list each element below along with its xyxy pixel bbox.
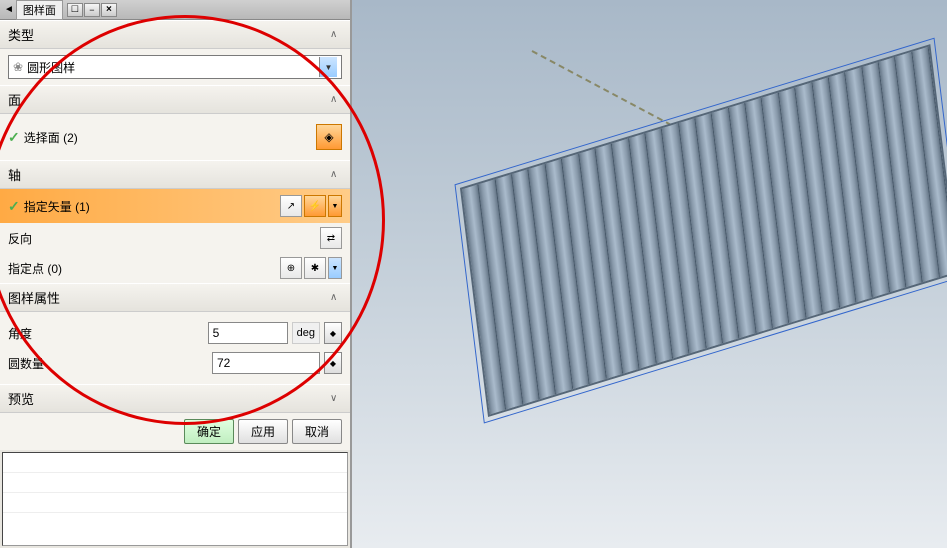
section-preview-header[interactable]: 预览 ∨: [0, 384, 350, 413]
list-row[interactable]: [3, 453, 347, 473]
lightning-icon: ⚡: [309, 201, 321, 212]
section-type-header[interactable]: 类型 ∧: [0, 20, 350, 49]
point-tool-2[interactable]: ✱: [304, 257, 326, 279]
cube-icon: ◈: [324, 130, 333, 144]
apply-button[interactable]: 应用: [238, 419, 288, 444]
chevron-up-icon: ∧: [330, 292, 342, 304]
nav-back-icon[interactable]: ◄: [4, 4, 14, 15]
section-axis-content: ✓ 指定矢量 (1) ↗ ⚡ ▼ 反向 ⇄ 指定点 (0) ⊕ ✱ ▼: [0, 189, 350, 283]
ok-button[interactable]: 确定: [184, 419, 234, 444]
point-tool-1[interactable]: ⊕: [280, 257, 302, 279]
section-preview-label: 预览: [8, 389, 34, 408]
count-input[interactable]: [212, 352, 320, 374]
vector-tool-2[interactable]: ⚡: [304, 195, 326, 217]
dropdown-text: 圆形图样: [27, 59, 319, 76]
section-pattern-props-header[interactable]: 图样属性 ∧: [0, 283, 350, 312]
vector-dropdown[interactable]: ▼: [328, 195, 342, 217]
vector-tool-1[interactable]: ↗: [280, 195, 302, 217]
panel-titlebar: ◄ 图样面 ☐ − ×: [0, 0, 350, 20]
pattern-type-dropdown[interactable]: ❀ 圆形图样 ▼: [8, 55, 342, 79]
spin-icon: ◆: [330, 359, 336, 368]
dropdown-arrow-icon: ▼: [332, 265, 339, 272]
count-label: 圆数量: [8, 355, 208, 372]
angle-label: 角度: [8, 325, 204, 342]
axis-icon: ↗: [287, 201, 295, 212]
gear-body: [460, 44, 947, 417]
chevron-down-icon: ∨: [330, 393, 342, 405]
cancel-button[interactable]: 取消: [292, 419, 342, 444]
section-axis-label: 轴: [8, 165, 21, 184]
reverse-label[interactable]: 反向: [8, 230, 316, 247]
windows-button[interactable]: ☐: [67, 3, 83, 17]
section-face-header[interactable]: 面 ∧: [0, 85, 350, 114]
checkmark-icon: ✓: [8, 198, 20, 215]
count-spin[interactable]: ◆: [324, 352, 342, 374]
spark-icon: ✱: [311, 263, 319, 274]
swap-icon: ⇄: [327, 233, 335, 244]
list-area: [2, 452, 348, 546]
section-face-content: ✓ 选择面 (2) ◈: [0, 114, 350, 160]
flower-icon: ❀: [13, 60, 23, 74]
section-type-content: ❀ 圆形图样 ▼: [0, 49, 350, 85]
minimize-button[interactable]: −: [84, 3, 100, 17]
section-pattern-props-content: 角度 deg ◆ 圆数量 ◆: [0, 312, 350, 384]
list-row[interactable]: [3, 493, 347, 513]
chevron-up-icon: ∧: [330, 94, 342, 106]
properties-panel: ◄ 图样面 ☐ − × 类型 ∧ ❀ 圆形图样 ▼ 面 ∧: [0, 0, 352, 548]
gear-teeth: [462, 47, 947, 415]
spin-icon: ◆: [330, 329, 336, 338]
section-face-label: 面: [8, 90, 21, 109]
dropdown-arrow-icon: ▼: [319, 57, 337, 77]
tab-label: 图样面: [23, 2, 56, 18]
3d-viewport[interactable]: [352, 0, 947, 548]
close-button[interactable]: ×: [101, 3, 117, 17]
select-face-label[interactable]: 选择面 (2): [24, 129, 312, 146]
reverse-button[interactable]: ⇄: [320, 227, 342, 249]
chevron-up-icon: ∧: [330, 29, 342, 41]
gear-model: [398, 30, 947, 510]
list-row[interactable]: [3, 473, 347, 493]
checkmark-icon: ✓: [8, 129, 20, 146]
titlebar-tab[interactable]: 图样面: [16, 0, 63, 20]
specify-vector-label[interactable]: 指定矢量 (1): [24, 198, 276, 215]
chevron-up-icon: ∧: [330, 169, 342, 181]
section-type-label: 类型: [8, 25, 34, 44]
point-icon: ⊕: [287, 263, 295, 274]
dropdown-arrow-icon: ▼: [332, 203, 339, 210]
point-dropdown[interactable]: ▼: [328, 257, 342, 279]
button-bar: 确定 应用 取消: [0, 413, 350, 450]
angle-unit: deg: [292, 322, 320, 344]
angle-spin[interactable]: ◆: [324, 322, 342, 344]
specify-point-label[interactable]: 指定点 (0): [8, 260, 276, 277]
section-axis-header[interactable]: 轴 ∧: [0, 160, 350, 189]
angle-input[interactable]: [208, 322, 288, 344]
face-select-button[interactable]: ◈: [316, 124, 342, 150]
section-pattern-props-label: 图样属性: [8, 288, 60, 307]
